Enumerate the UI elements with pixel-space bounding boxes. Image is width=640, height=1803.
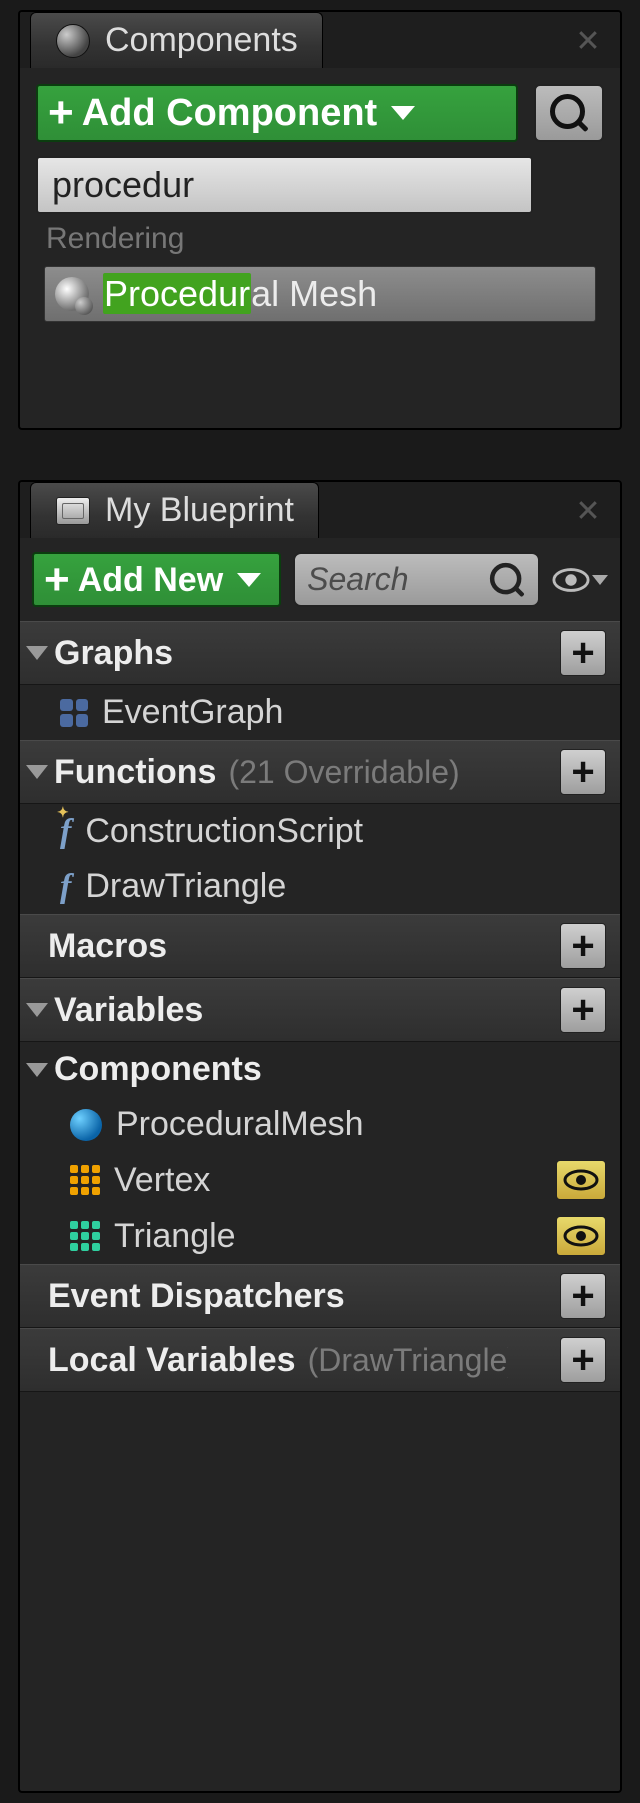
plus-icon: +	[48, 95, 74, 130]
section-localvars[interactable]: Local Variables(DrawTriangle) +	[20, 1328, 620, 1392]
search-icon	[490, 562, 524, 596]
section-macros[interactable]: Macros +	[20, 914, 620, 978]
visibility-toggle[interactable]	[556, 1160, 606, 1200]
components-tab[interactable]: Components	[30, 12, 323, 68]
add-component-button[interactable]: + Add Component	[36, 84, 518, 142]
var-vertex[interactable]: Vertex	[20, 1152, 620, 1208]
var-triangle[interactable]: Triangle	[20, 1208, 620, 1264]
function-icon: f	[60, 813, 71, 851]
add-dispatcher-button[interactable]: +	[560, 1273, 606, 1319]
plus-icon: +	[571, 930, 594, 962]
plus-icon: +	[44, 562, 70, 597]
blueprint-tabbar: My Blueprint	[20, 482, 620, 538]
view-options-button[interactable]	[552, 552, 608, 607]
graph-icon	[60, 699, 88, 727]
my-blueprint-panel: My Blueprint + Add New	[18, 480, 622, 1793]
chevron-down-icon	[592, 575, 608, 585]
components-tab-title: Components	[105, 21, 298, 60]
add-macro-button[interactable]: +	[560, 923, 606, 969]
section-var-components[interactable]: Components	[20, 1042, 620, 1097]
chevron-down-icon	[237, 573, 261, 587]
close-icon[interactable]	[574, 496, 602, 524]
add-variable-button[interactable]: +	[560, 987, 606, 1033]
expand-icon	[26, 1003, 48, 1017]
array-icon	[70, 1165, 100, 1195]
array-icon	[70, 1221, 100, 1251]
add-component-label: Add Component	[82, 94, 378, 132]
component-icon	[70, 1109, 102, 1141]
expand-icon	[26, 765, 48, 779]
components-panel: Components + Add Component Rendering P	[18, 10, 622, 430]
search-button[interactable]	[534, 84, 604, 142]
plus-icon: +	[571, 1344, 594, 1376]
expand-icon	[26, 646, 48, 660]
blueprint-icon	[55, 493, 91, 529]
close-icon[interactable]	[574, 26, 602, 54]
expand-icon	[26, 1063, 48, 1077]
chevron-down-icon	[391, 106, 415, 120]
section-variables[interactable]: Variables +	[20, 978, 620, 1042]
components-tabbar: Components	[20, 12, 620, 68]
result-label: Procedural Mesh	[103, 273, 377, 315]
components-body: + Add Component Rendering Procedural Mes…	[20, 68, 620, 342]
function-constructionscript[interactable]: f ConstructionScript	[20, 804, 620, 859]
add-graph-button[interactable]: +	[560, 630, 606, 676]
add-new-button[interactable]: + Add New	[32, 552, 281, 607]
eye-icon	[552, 567, 590, 593]
components-icon	[55, 23, 91, 59]
dropdown-category: Rendering	[36, 214, 604, 262]
mesh-icon	[55, 277, 89, 311]
section-functions[interactable]: Functions(21 Overridable) +	[20, 740, 620, 804]
section-graphs[interactable]: Graphs +	[20, 621, 620, 685]
function-drawtriangle[interactable]: f DrawTriangle	[20, 859, 620, 914]
blueprint-search[interactable]	[293, 552, 540, 607]
section-dispatchers[interactable]: Event Dispatchers +	[20, 1264, 620, 1328]
search-icon	[550, 94, 588, 132]
var-proceduralmesh[interactable]: ProceduralMesh	[20, 1097, 620, 1152]
visibility-toggle[interactable]	[556, 1216, 606, 1256]
blueprint-search-input[interactable]	[307, 561, 480, 598]
blueprint-tab[interactable]: My Blueprint	[30, 482, 319, 538]
graph-eventgraph[interactable]: EventGraph	[20, 685, 620, 740]
plus-icon: +	[571, 994, 594, 1026]
plus-icon: +	[571, 756, 594, 788]
function-icon: f	[60, 868, 71, 906]
blueprint-tab-title: My Blueprint	[105, 491, 294, 530]
plus-icon: +	[571, 1280, 594, 1312]
component-search-input[interactable]	[36, 156, 533, 214]
component-result-procedural-mesh[interactable]: Procedural Mesh	[44, 266, 596, 322]
plus-icon: +	[571, 637, 594, 669]
add-localvar-button[interactable]: +	[560, 1337, 606, 1383]
add-function-button[interactable]: +	[560, 749, 606, 795]
add-new-label: Add New	[78, 563, 223, 597]
